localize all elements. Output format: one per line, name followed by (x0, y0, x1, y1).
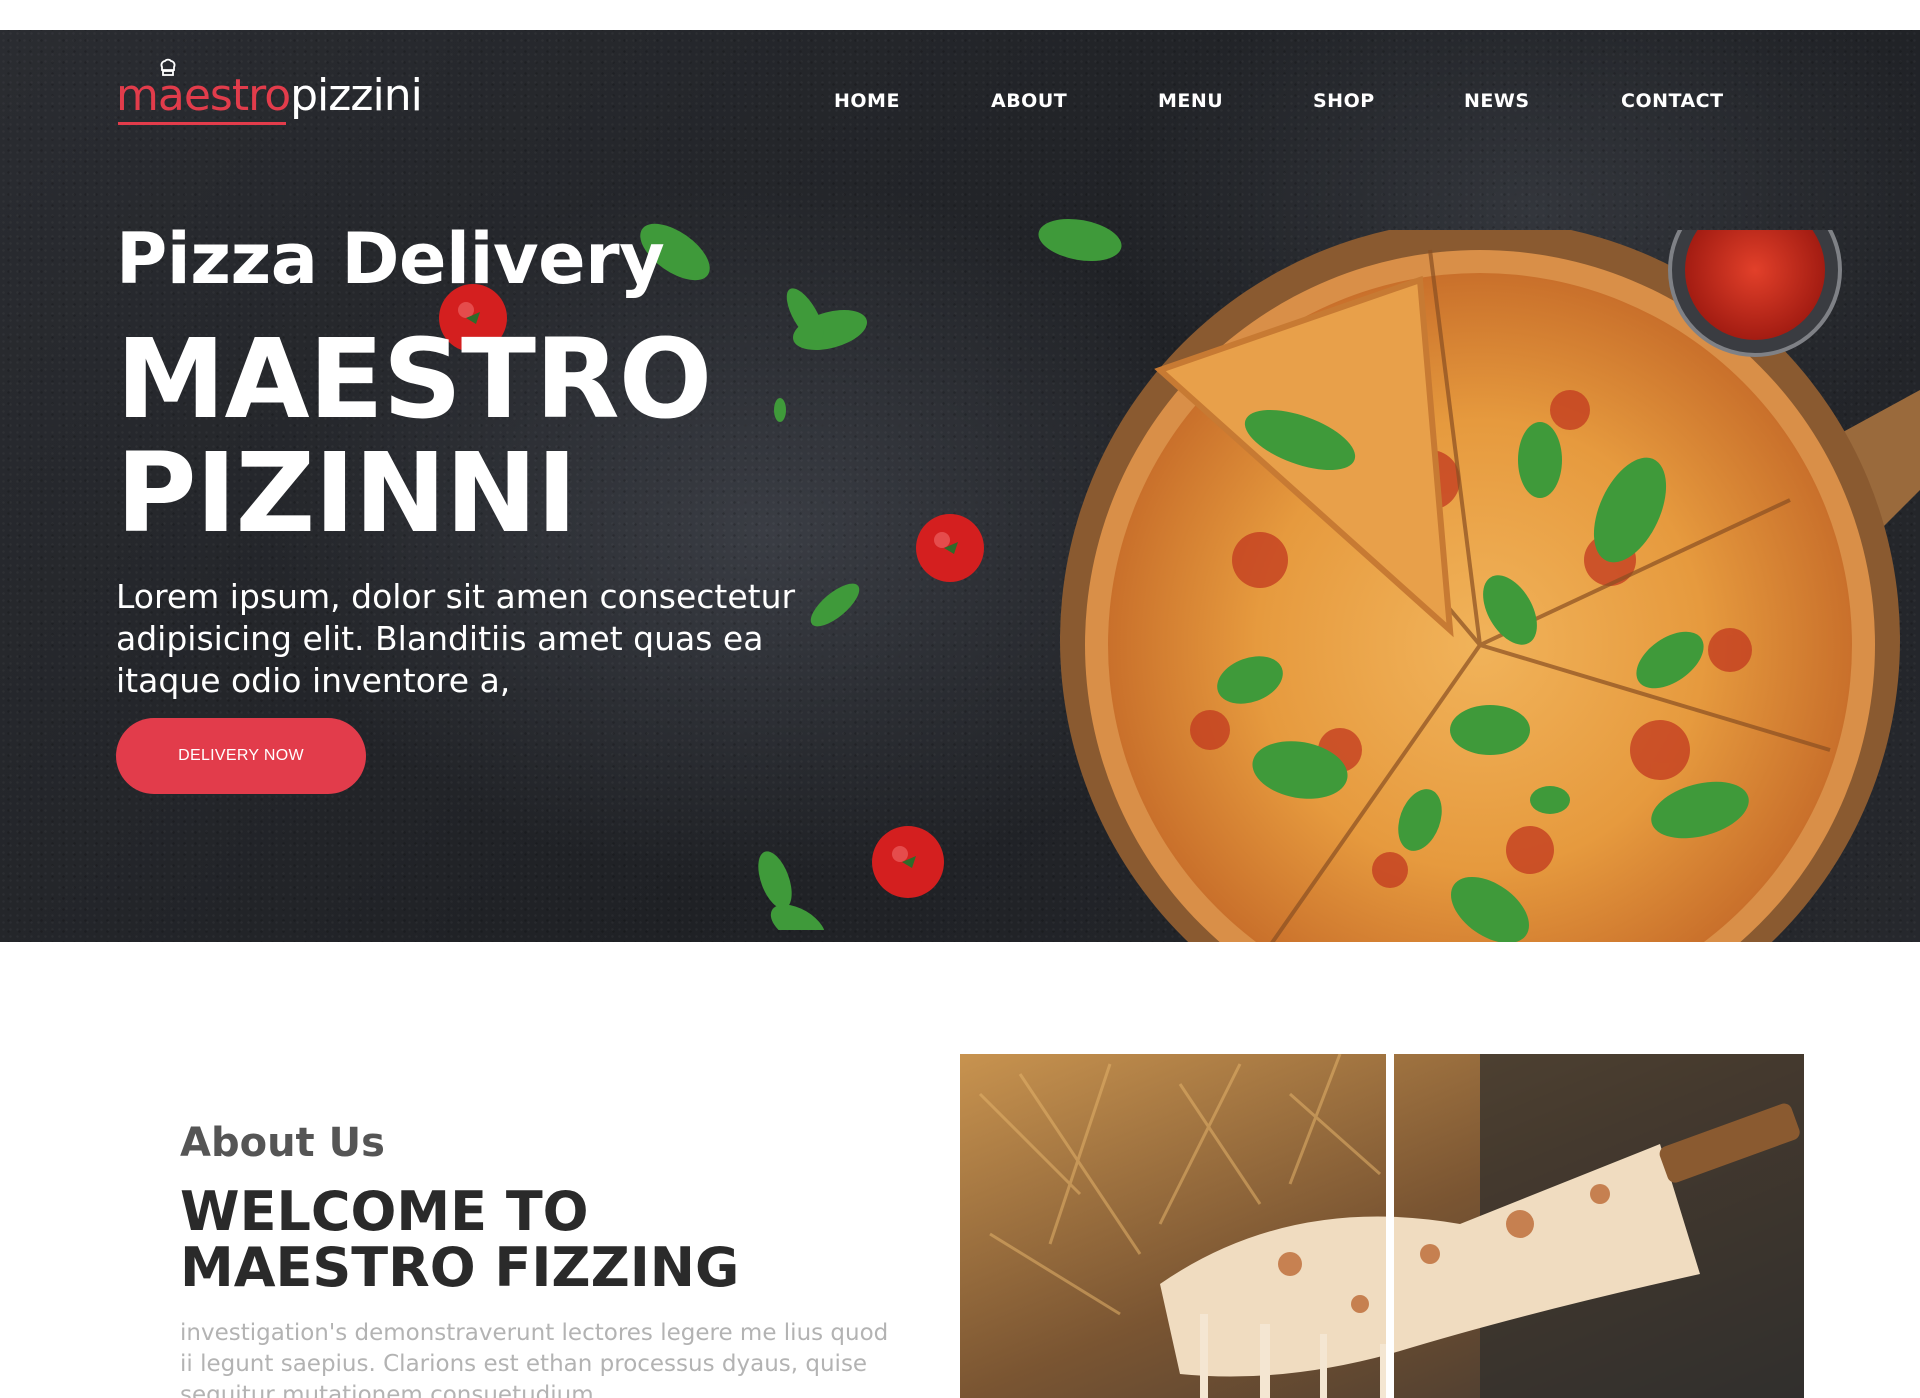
delivery-now-button[interactable]: DELIVERY NOW (116, 718, 366, 794)
hero-subtitle: Pizza Delivery (116, 218, 665, 300)
hero-description: Lorem ipsum, dolor sit amen consectetur … (116, 577, 796, 700)
about-pizza-image (960, 1054, 1804, 1398)
hero-section: maestropizzini HOME ABOUT MENU SHOP NEWS… (0, 30, 1920, 942)
about-title: WELCOME TO MAESTRO FIZZING (180, 1184, 739, 1296)
nav-about[interactable]: ABOUT (991, 90, 1067, 112)
logo-underline (118, 122, 286, 125)
about-title-line-1: WELCOME TO (180, 1180, 589, 1243)
hero-title: MAESTRO PIZINNI (116, 322, 712, 550)
nav-home[interactable]: HOME (834, 90, 900, 112)
nav-contact[interactable]: CONTACT (1621, 90, 1724, 112)
about-text: investigation's demonstraverunt lectores… (180, 1320, 889, 1398)
cheese-pull-image (960, 1054, 1804, 1398)
nav-news[interactable]: NEWS (1464, 90, 1530, 112)
about-title-line-2: MAESTRO FIZZING (180, 1236, 740, 1299)
hero-title-line-2: PIZINNI (116, 429, 577, 557)
about-kicker: About Us (180, 1120, 385, 1166)
main-nav: HOME ABOUT MENU SHOP NEWS CONTACT (0, 90, 1920, 120)
nav-shop[interactable]: SHOP (1313, 90, 1375, 112)
nav-menu[interactable]: MENU (1158, 90, 1223, 112)
hero-title-line-1: MAESTRO (116, 315, 712, 443)
